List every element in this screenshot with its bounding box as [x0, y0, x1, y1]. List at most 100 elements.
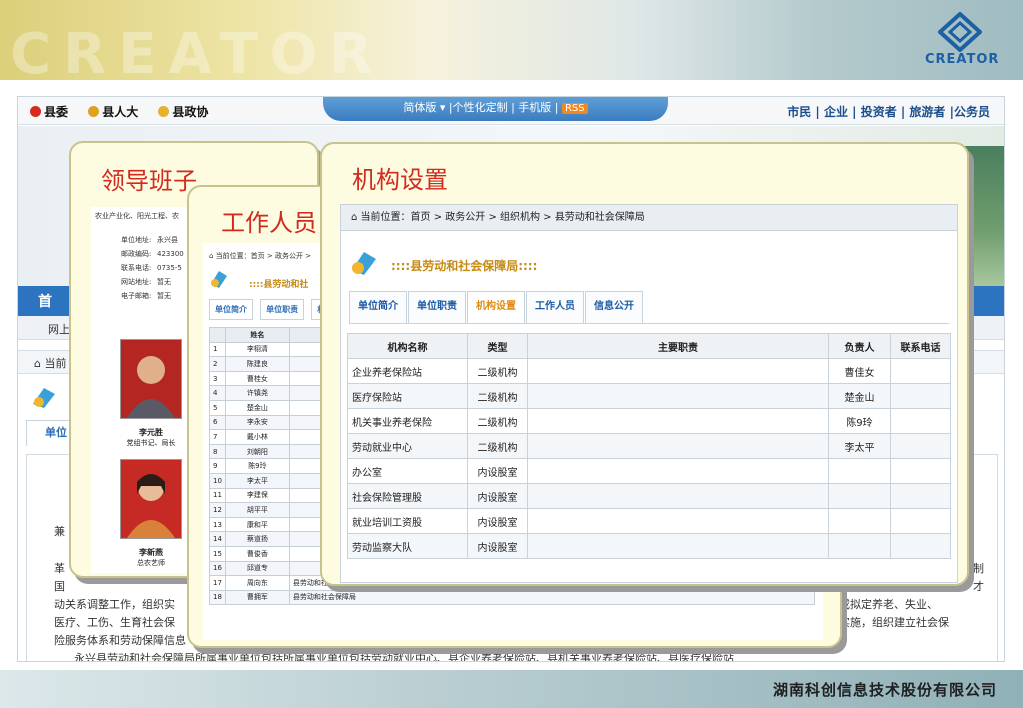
table-row[interactable]: 18 曹拥军 县劳动和社会保障局 [209, 589, 816, 606]
cell-type: 二级机构 [467, 408, 528, 434]
table-row[interactable]: 劳动监察大队 内设股室 [347, 533, 951, 559]
tab-2[interactable]: 机构设置 [467, 291, 525, 323]
cell-no: 5 [209, 399, 226, 416]
info-row: 网站地址: 暂无 [121, 278, 171, 286]
col-duties: 主要职责 [527, 333, 829, 359]
cell-name: 就业培训工资股 [347, 508, 468, 534]
version-switch-bar[interactable]: 简体版 ▾ |个性化定制 | 手机版 | RSS [323, 97, 668, 121]
org-table: 机构名称 类型 主要职责 负责人 联系电话 企业养老保险站 二级机构 曹佳女 医疗保险… [347, 333, 951, 559]
cell-head [828, 458, 891, 484]
info-row: 电子邮箱: 暂无 [121, 292, 171, 300]
hammer-sickle-icon [30, 106, 41, 117]
link-county-committee[interactable]: 县委 [30, 105, 68, 119]
slide-header: CREATOR CREATOR [0, 0, 1023, 87]
cell-head [828, 533, 891, 559]
table-row[interactable]: 企业养老保险站 二级机构 曹佳女 [347, 358, 951, 384]
table-row[interactable]: 就业培训工资股 内设股室 [347, 508, 951, 534]
cell-name: 曹拥军 [224, 589, 290, 606]
cell-head [828, 483, 891, 509]
table-row[interactable]: 办公室 内设股室 [347, 458, 951, 484]
leader-caption: 李元胜 党组书记、局长 [126, 428, 176, 447]
link-county-congress[interactable]: 县人大 [88, 105, 138, 119]
creator-watermark: CREATOR [10, 22, 385, 87]
cell-phone [890, 408, 951, 434]
cell-duty [527, 483, 829, 509]
cell-phone [890, 483, 951, 509]
cell-name: 蔡道扬 [224, 531, 290, 547]
rss-badge[interactable]: RSS [561, 103, 588, 114]
cell-phone [890, 383, 951, 409]
audience-links[interactable]: 市民 | 企业 | 投资者 | 旅游者 |公务员 [787, 103, 990, 120]
table-row[interactable]: 医疗保险站 二级机构 楚金山 [347, 383, 951, 409]
cell-name: 康和平 [224, 516, 290, 533]
tab-unit-intro[interactable]: 单位简介 [209, 299, 253, 320]
tab-0[interactable]: 单位简介 [349, 291, 407, 323]
tab-4[interactable]: 信息公开 [585, 291, 643, 323]
cell-phone [890, 508, 951, 534]
cppcc-emblem-icon [158, 106, 170, 117]
cell-phone [890, 533, 951, 559]
cell-name: 曹桂女 [224, 370, 290, 387]
cell-duty [527, 358, 829, 384]
info-row: 单位地址: 永兴县 [121, 236, 178, 244]
org-name: ::::县劳动和社 [249, 280, 309, 290]
cell-org: 县劳动和社会保障局 [288, 589, 816, 606]
cell-no: 10 [209, 472, 226, 489]
org-name: ::::县劳动和社会保障局:::: [391, 259, 538, 273]
cell-name: 劳动监察大队 [347, 533, 468, 559]
cell-no: 13 [209, 516, 226, 533]
cell-duty [527, 408, 829, 434]
cell-no: 3 [209, 370, 226, 387]
slide-footer: 湖南科创信息技术股份有限公司 [0, 670, 1023, 708]
cell-name: 邱道专 [224, 560, 290, 577]
cell-name: 陈9玲 [224, 458, 290, 474]
home-icon: ⌂ [209, 252, 216, 260]
info-row: 联系电话: 0735-5 [121, 264, 182, 272]
body-text-fragment: 制 [973, 562, 984, 575]
cell-no: 15 [209, 545, 226, 562]
info-row: 邮政编码: 423300 [121, 250, 184, 258]
cell-no: 4 [209, 385, 226, 401]
body-text-fragment: 国 [54, 580, 65, 593]
cell-head: 楚金山 [828, 383, 891, 409]
cell-no: 8 [209, 443, 226, 460]
cell-name: 医疗保险站 [347, 383, 468, 409]
table-row[interactable]: 社会保险管理股 内设股室 [347, 483, 951, 509]
table-row[interactable]: 机关事业养老保险 二级机构 陈9玲 [347, 408, 951, 434]
col-type: 类型 [467, 333, 528, 359]
breadcrumb: ⌂ 当前位置：首页 > 政务公开 > 组织机构 > 县劳动和社会保障局 [341, 205, 957, 231]
cell-name: 曹俊香 [224, 545, 290, 562]
cell-name: 胡平平 [224, 502, 290, 518]
home-icon: ⌂ [34, 357, 45, 370]
col-head: 负责人 [828, 333, 891, 359]
cell-name: 刘朝阳 [224, 443, 290, 460]
creator-logo: CREATOR [925, 12, 998, 72]
cell-no: 16 [209, 560, 226, 577]
nav-home[interactable]: 首 [38, 291, 52, 311]
cell-type: 内设股室 [467, 508, 528, 534]
leader-photo [120, 459, 182, 539]
tab-3[interactable]: 工作人员 [526, 291, 584, 323]
cell-name: 楚金山 [224, 399, 290, 416]
cell-name: 周向东 [224, 575, 290, 591]
cell-duty [527, 433, 829, 459]
cell-type: 内设股室 [467, 458, 528, 484]
panel-title: 工作人员 [221, 209, 317, 237]
link-county-cppcc[interactable]: 县政协 [158, 105, 208, 119]
table-row[interactable]: 劳动就业中心 二级机构 李太平 [347, 433, 951, 459]
portal-top-bar: 县委 县人大 县政协 简体版 ▾ |个性化定制 | 手机版 | RSS 市民 |… [18, 97, 1004, 125]
tab-1[interactable]: 单位职责 [408, 291, 466, 323]
cell-duty [527, 533, 829, 559]
info-header-text: 农业产业化、阳光工程、农 [95, 212, 179, 220]
emblem-icon [88, 106, 100, 117]
cell-name: 劳动就业中心 [347, 433, 468, 459]
cell-phone [890, 458, 951, 484]
body-text-fragment: 兼 [54, 525, 65, 538]
cell-duty [527, 383, 829, 409]
body-text-fragment: 革 [54, 562, 65, 575]
cell-head: 李太平 [828, 433, 891, 459]
tab-unit-duties[interactable]: 单位职责 [260, 299, 305, 320]
cell-no: 2 [209, 356, 226, 372]
body-text-fragment: 医疗、工伤、生育社会保 [54, 616, 175, 629]
cell-no: 18 [209, 589, 226, 606]
